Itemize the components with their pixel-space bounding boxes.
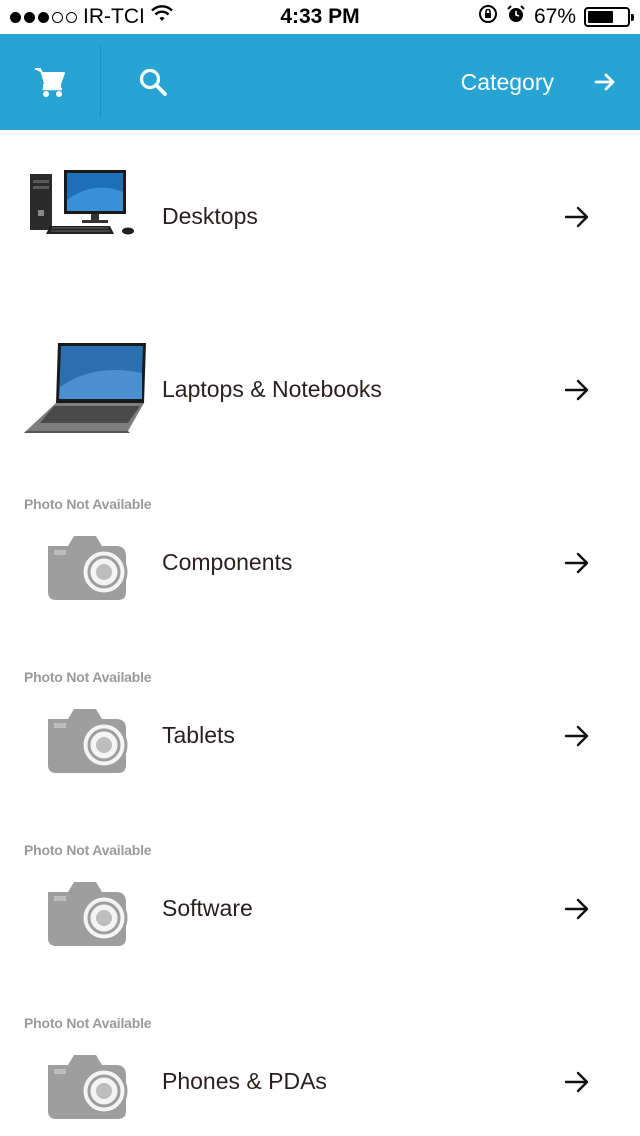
photo-not-available-text: Photo Not Available	[24, 669, 152, 685]
desktop-computer-photo	[24, 170, 152, 260]
arrow-right-icon	[564, 822, 590, 995]
photo-placeholder: Photo Not Available	[24, 496, 152, 631]
cart-icon	[35, 68, 65, 97]
category-nav-button[interactable]: Category	[461, 34, 616, 130]
category-row-tablets[interactable]: Photo Not Available Tablets	[0, 649, 640, 822]
category-label: Tablets	[162, 722, 235, 748]
arrow-right-icon	[564, 130, 590, 303]
toolbar-divider	[100, 46, 101, 118]
photo-not-available-text: Photo Not Available	[24, 496, 152, 512]
photo-placeholder: Photo Not Available	[24, 842, 152, 977]
category-label: Desktops	[162, 203, 258, 229]
search-button[interactable]	[118, 34, 188, 130]
battery-percent: 67%	[533, 5, 576, 28]
search-icon	[139, 68, 167, 96]
toolbar-title: Category	[460, 68, 554, 95]
photo-placeholder: Photo Not Available	[24, 669, 152, 804]
camera-placeholder-icon	[48, 882, 128, 946]
cart-button[interactable]	[0, 34, 100, 130]
photo-placeholder: Photo Not Available	[24, 1015, 152, 1136]
orientation-lock-icon	[478, 4, 498, 30]
arrow-right-icon	[564, 995, 590, 1136]
photo-not-available-text: Photo Not Available	[24, 1015, 152, 1031]
arrow-right-icon	[564, 649, 590, 822]
category-label: Components	[162, 549, 293, 575]
camera-placeholder-icon	[48, 709, 128, 773]
arrow-right-icon	[564, 476, 590, 649]
app-toolbar: Category	[0, 34, 640, 130]
category-label: Laptops & Notebooks	[162, 376, 382, 402]
camera-placeholder-icon	[48, 1055, 128, 1119]
photo-not-available-text: Photo Not Available	[24, 842, 152, 858]
laptop-photo	[24, 343, 152, 433]
category-row-desktops[interactable]: Desktops	[0, 130, 640, 303]
category-row-components[interactable]: Photo Not Available Components	[0, 476, 640, 649]
status-bar: IR-TCI 4:33 PM 67%	[0, 0, 640, 34]
category-label: Software	[162, 895, 253, 921]
category-label: Phones & PDAs	[162, 1068, 327, 1094]
category-row-laptops-notebooks[interactable]: Laptops & Notebooks	[0, 303, 640, 476]
arrow-right-icon	[594, 73, 615, 91]
category-row-phones-pdas[interactable]: Photo Not Available Phones & PDAs	[0, 995, 640, 1136]
arrow-right-icon	[564, 303, 590, 476]
status-right: 67%	[478, 0, 634, 34]
alarm-icon	[506, 4, 526, 30]
category-row-software[interactable]: Photo Not Available Software	[0, 822, 640, 995]
battery-icon	[584, 7, 634, 27]
camera-placeholder-icon	[48, 536, 128, 600]
category-list: Desktops Laptops & Notebooks Photo Not A…	[0, 130, 640, 1136]
